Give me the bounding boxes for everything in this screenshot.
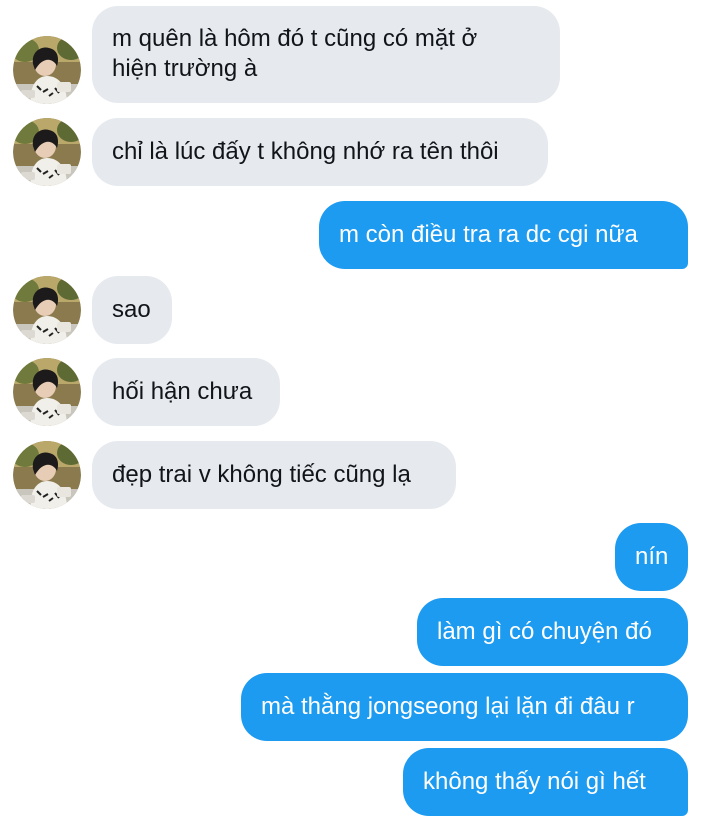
incoming-message-bubble[interactable]: chỉ là lúc đấy t không nhớ ra tên thôi bbox=[92, 118, 548, 186]
outgoing-message-bubble[interactable]: nín bbox=[615, 523, 688, 591]
outgoing-message-bubble[interactable]: m còn điều tra ra dc cgi nữa bbox=[319, 201, 688, 269]
contact-avatar-icon[interactable] bbox=[13, 118, 81, 186]
outgoing-message-bubble[interactable]: mà thằng jongseong lại lặn đi đâu r bbox=[241, 673, 688, 741]
contact-avatar-icon[interactable] bbox=[13, 36, 81, 104]
incoming-message-bubble[interactable]: sao bbox=[92, 276, 172, 344]
incoming-message-bubble[interactable]: đẹp trai v không tiếc cũng lạ bbox=[92, 441, 456, 509]
outgoing-message-bubble[interactable]: làm gì có chuyện đó bbox=[417, 598, 688, 666]
contact-avatar-icon[interactable] bbox=[13, 276, 81, 344]
contact-avatar-icon[interactable] bbox=[13, 441, 81, 509]
incoming-message-bubble[interactable]: m quên là hôm đó t cũng có mặt ở hiện tr… bbox=[92, 6, 560, 103]
outgoing-message-bubble[interactable]: không thấy nói gì hết bbox=[403, 748, 688, 816]
incoming-message-bubble[interactable]: hối hận chưa bbox=[92, 358, 280, 426]
contact-avatar-icon[interactable] bbox=[13, 358, 81, 426]
